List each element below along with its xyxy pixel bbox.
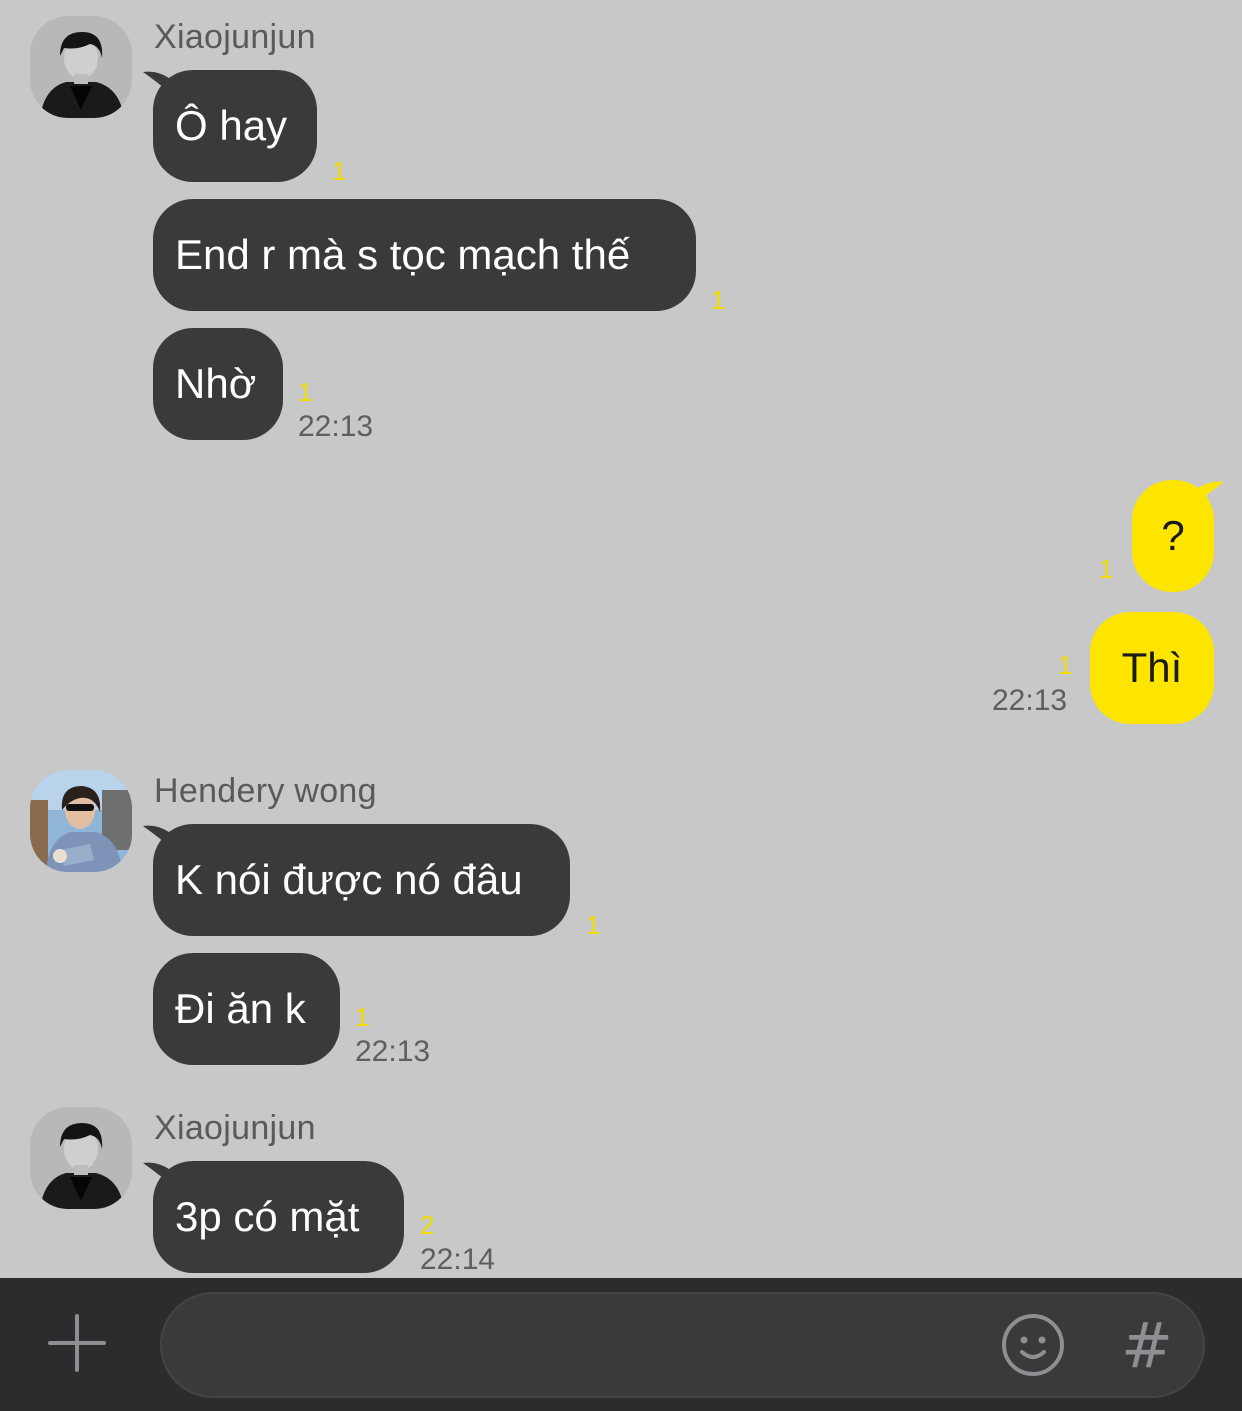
message-bubble-outgoing[interactable]: ? [1132, 480, 1214, 592]
hashtag-icon: # [1121, 1308, 1173, 1382]
unread-count: 1 [298, 377, 313, 407]
hashtag-button[interactable]: # [1114, 1309, 1180, 1382]
message-input[interactable] [192, 1294, 992, 1396]
plus-icon [48, 1314, 106, 1372]
message-bubble-incoming[interactable]: K nói được nó đâu [153, 824, 570, 936]
unread-count: 1 [332, 156, 347, 186]
message-text: 3p có mặt [175, 1193, 360, 1240]
message-bubble-incoming[interactable]: End r mà s tọc mạch thế [153, 199, 696, 311]
avatar-hendery-wong[interactable] [30, 770, 132, 872]
message-bubble-incoming[interactable]: Đi ăn k [153, 953, 340, 1065]
sender-name: Xiaojunjun [154, 1109, 316, 1147]
message-text: ? [1161, 512, 1185, 559]
avatar-xiaojunjun[interactable] [30, 16, 132, 118]
message-bubble-incoming[interactable]: 3p có mặt [153, 1161, 404, 1273]
message-time: 22:13 [298, 410, 374, 443]
message-text: Ô hay [175, 102, 288, 149]
message-text: Nhờ [175, 360, 257, 407]
unread-count: 2 [420, 1210, 435, 1240]
message-input-wrapper: # [160, 1292, 1205, 1398]
message-time: 22:13 [355, 1035, 431, 1068]
message-text: Thì [1121, 644, 1183, 691]
emoji-button[interactable] [1000, 1312, 1066, 1378]
message-text: Đi ăn k [175, 985, 306, 1032]
message-text: End r mà s tọc mạch thế [175, 231, 631, 278]
composer-bar: # [0, 1278, 1242, 1411]
message-time: 22:14 [420, 1243, 496, 1276]
sender-name: Hendery wong [154, 772, 377, 810]
avatar-xiaojunjun[interactable] [30, 1107, 132, 1209]
message-bubble-outgoing[interactable]: Thì [1090, 612, 1214, 724]
unread-count: 1 [711, 285, 726, 315]
unread-count: 1 [586, 910, 601, 940]
unread-count: 1 [1058, 650, 1073, 680]
plus-button[interactable] [44, 1310, 110, 1376]
message-time: 22:13 [992, 684, 1068, 717]
message-text: K nói được nó đâu [175, 856, 523, 903]
chat-area[interactable]: Xiaojunjun Ô hay 1 End r mà s tọc mạch t… [0, 0, 1242, 1278]
message-bubble-incoming[interactable]: Nhờ [153, 328, 283, 440]
message-bubble-incoming[interactable]: Ô hay [153, 70, 317, 182]
unread-count: 1 [355, 1002, 370, 1032]
smiley-icon [1002, 1314, 1064, 1376]
sender-name: Xiaojunjun [154, 18, 316, 56]
unread-count: 1 [1099, 554, 1114, 584]
